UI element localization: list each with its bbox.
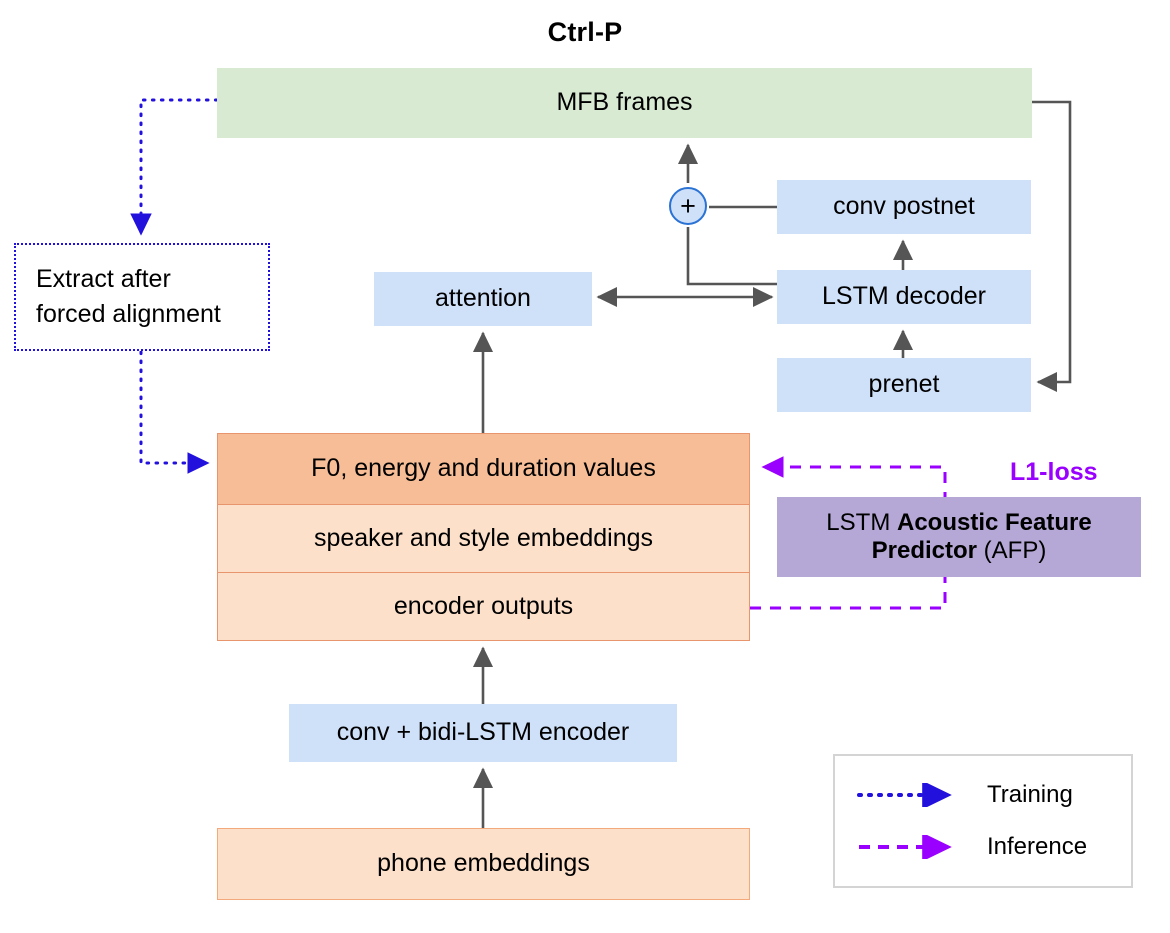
plus-icon: +: [669, 187, 707, 225]
node-prenet[interactable]: prenet: [777, 358, 1031, 412]
legend-label-inference: Inference: [987, 833, 1088, 860]
node-encoder-outputs[interactable]: encoder outputs: [217, 572, 750, 641]
legend-item-training: Training: [835, 772, 1135, 818]
node-mfb-frames[interactable]: MFB frames: [217, 68, 1032, 138]
node-extract-after-forced-alignment[interactable]: Extract after forced alignment: [14, 243, 270, 351]
node-phone-embeddings[interactable]: phone embeddings: [217, 828, 750, 900]
afp-line-2: Predictor (AFP): [872, 537, 1047, 565]
afp-prefix: LSTM: [826, 508, 897, 536]
afp-bold-2: Predictor: [871, 537, 978, 564]
legend-item-inference: Inference: [835, 824, 1135, 870]
diagram-canvas: Ctrl-P MFB frames conv postnet LSTM deco…: [0, 0, 1170, 933]
edge-decoder-residual-to-plus: [686, 227, 777, 286]
afp-bold-1: Acoustic Feature: [896, 508, 1092, 536]
dashed-arrow-icon: [859, 835, 952, 859]
afp-suffix: (AFP): [977, 537, 1047, 564]
legend-label-training: Training: [987, 781, 1073, 808]
extract-box-label: Extract after forced alignment: [36, 264, 221, 329]
node-attention[interactable]: attention: [374, 272, 592, 326]
node-speaker-style-embeddings[interactable]: speaker and style embeddings: [217, 504, 750, 573]
edge-mfb-feedback-to-prenet: [1032, 100, 1072, 393]
page-title: Ctrl-P: [547, 17, 623, 48]
l1-loss-label: L1-loss: [1010, 458, 1098, 487]
node-conv-bidi-lstm-encoder[interactable]: conv + bidi-LSTM encoder: [289, 704, 677, 762]
dotted-arrow-icon: [857, 783, 952, 807]
node-acoustic-feature-predictor[interactable]: LSTM Acoustic Feature Predictor (AFP): [777, 497, 1141, 577]
node-f0-energy-duration-values[interactable]: F0, energy and duration values: [217, 433, 750, 505]
node-lstm-decoder[interactable]: LSTM decoder: [777, 270, 1031, 324]
afp-line-1: LSTM Acoustic Feature: [826, 509, 1091, 537]
legend: Training Inference: [833, 754, 1133, 888]
edge-training-mfb-to-extract: [130, 98, 219, 236]
edge-training-extract-to-f0: [139, 350, 210, 474]
node-conv-postnet[interactable]: conv postnet: [777, 180, 1031, 234]
